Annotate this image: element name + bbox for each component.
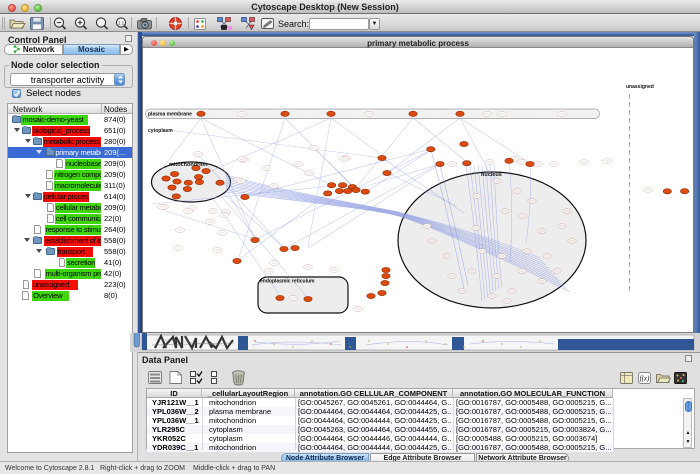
svg-text:mitochondrion: mitochondrion (169, 162, 208, 168)
svg-text:f(x): f(x) (640, 375, 650, 383)
svg-text:plasma membrane: plasma membrane (148, 112, 192, 118)
svg-text:endoplasmic reticulum: endoplasmic reticulum (260, 279, 315, 285)
svg-text:unassigned: unassigned (626, 84, 654, 90)
svg-text:1:1: 1:1 (118, 21, 125, 26)
svg-text:nucleus: nucleus (481, 172, 502, 178)
svg-text:cytoplasm: cytoplasm (148, 128, 173, 134)
